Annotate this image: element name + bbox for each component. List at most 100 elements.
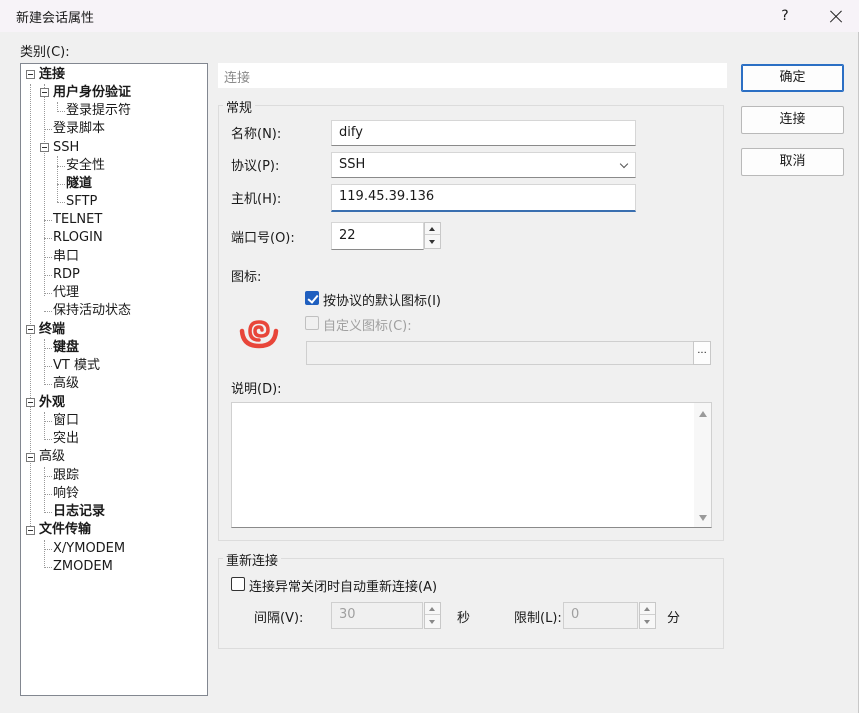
- tree-line: [44, 293, 52, 294]
- tree-line: [44, 275, 52, 276]
- spin-up-icon[interactable]: [425, 223, 440, 235]
- collapse-icon[interactable]: [26, 325, 35, 334]
- tree-item-zmodem[interactable]: ZMODEM: [53, 558, 113, 576]
- custom-icon-label: 自定义图标(C):: [323, 319, 412, 334]
- window-title: 新建会话属性: [16, 11, 95, 26]
- help-button[interactable]: ?: [770, 0, 800, 32]
- tree-item-tunneling[interactable]: 隧道: [66, 175, 92, 193]
- collapse-icon[interactable]: [40, 88, 49, 97]
- background-window-edge: [859, 0, 865, 713]
- spin-down-icon[interactable]: [425, 616, 440, 628]
- tree-line: [57, 202, 65, 203]
- tree-item-connection[interactable]: 连接: [39, 66, 65, 84]
- scroll-up-icon[interactable]: [694, 403, 711, 423]
- tree-line: [44, 494, 52, 495]
- close-icon[interactable]: [818, 0, 854, 32]
- default-icon-label: 按协议的默认图标(I): [323, 294, 441, 309]
- tree-line: [44, 467, 45, 513]
- port-input[interactable]: 22: [331, 222, 424, 250]
- tree-line: [44, 348, 52, 349]
- tree-line: [44, 567, 52, 568]
- tree-item-proxy[interactable]: 代理: [53, 284, 79, 302]
- tree-line: [44, 311, 52, 312]
- description-textarea[interactable]: [231, 402, 712, 528]
- tree-item-rlogin[interactable]: RLOGIN: [53, 229, 103, 247]
- tree-item-sftp[interactable]: SFTP: [66, 193, 97, 211]
- host-label: 主机(H):: [231, 192, 282, 207]
- collapse-icon[interactable]: [26, 453, 35, 462]
- category-tree[interactable]: 连接 用户身份验证 登录提示符 登录脚本 SSH 安全性 隧道 SFTP TEL…: [20, 63, 208, 696]
- tree-item-window[interactable]: 窗口: [53, 412, 79, 430]
- tree-line: [30, 84, 31, 532]
- collapse-icon[interactable]: [26, 398, 35, 407]
- tree-item-user-auth[interactable]: 用户身份验证: [53, 84, 131, 102]
- interval-stepper[interactable]: [424, 602, 441, 629]
- default-icon-checkbox[interactable]: [305, 291, 319, 305]
- auto-reconnect-checkbox[interactable]: [231, 577, 245, 591]
- spin-up-icon[interactable]: [640, 603, 655, 615]
- tree-line: [44, 129, 52, 130]
- collapse-icon[interactable]: [40, 143, 49, 152]
- tree-line: [57, 156, 58, 202]
- tree-line: [44, 238, 52, 239]
- spin-down-icon[interactable]: [425, 236, 440, 248]
- browse-button[interactable]: ...: [693, 341, 711, 365]
- tree-line: [44, 384, 52, 385]
- tree-line: [44, 476, 52, 477]
- port-label: 端口号(O):: [231, 231, 295, 246]
- limit-label: 限制(L):: [514, 611, 562, 626]
- tree-item-appearance[interactable]: 外观: [39, 394, 65, 412]
- port-stepper[interactable]: [424, 222, 441, 249]
- tree-item-telnet[interactable]: TELNET: [53, 211, 102, 229]
- tree-item-serial[interactable]: 串口: [53, 248, 79, 266]
- protocol-select[interactable]: SSH: [331, 152, 636, 178]
- tree-item-ssh[interactable]: SSH: [53, 139, 79, 157]
- auto-reconnect-label: 连接异常关闭时自动重新连接(A): [249, 580, 438, 595]
- tree-line: [57, 166, 65, 167]
- tree-item-terminal-advanced[interactable]: 高级: [53, 375, 79, 393]
- scroll-down-icon[interactable]: [694, 507, 711, 527]
- tree-line: [44, 366, 52, 367]
- tree-line: [44, 84, 45, 296]
- tree-line: [44, 257, 52, 258]
- host-input[interactable]: 119.45.39.136: [331, 184, 636, 212]
- tree-item-xymodem[interactable]: X/YMODEM: [53, 540, 125, 558]
- tree-item-advanced[interactable]: 高级: [39, 448, 65, 466]
- chevron-down-icon: [619, 159, 629, 169]
- tree-item-vt-modes[interactable]: VT 模式: [53, 357, 100, 375]
- category-label: 类别(C):: [20, 45, 70, 60]
- tree-item-login-scripts[interactable]: 登录脚本: [53, 120, 105, 138]
- tree-item-highlight[interactable]: 突出: [53, 430, 79, 448]
- collapse-icon[interactable]: [26, 70, 35, 79]
- tree-item-bell[interactable]: 响铃: [53, 485, 79, 503]
- tree-line: [44, 412, 45, 440]
- tree-item-logging[interactable]: 日志记录: [53, 503, 105, 521]
- limit-stepper[interactable]: [639, 602, 656, 629]
- connect-button[interactable]: 连接: [741, 106, 844, 134]
- limit-unit: 分: [667, 611, 681, 626]
- description-scrollbar[interactable]: [694, 403, 711, 527]
- ok-button[interactable]: 确定: [741, 64, 844, 92]
- session-icon: [239, 320, 279, 349]
- tree-item-keep-alive[interactable]: 保持活动状态: [53, 302, 131, 320]
- tree-item-login-prompts[interactable]: 登录提示符: [66, 102, 131, 120]
- tree-item-security[interactable]: 安全性: [66, 157, 105, 175]
- custom-icon-path-input[interactable]: [306, 341, 694, 365]
- limit-input[interactable]: 0: [563, 602, 638, 629]
- cancel-button[interactable]: 取消: [741, 148, 844, 176]
- name-input[interactable]: dify: [331, 120, 636, 146]
- custom-icon-checkbox[interactable]: [305, 316, 319, 330]
- tree-item-trace[interactable]: 跟踪: [53, 467, 79, 485]
- interval-input[interactable]: 30: [331, 602, 423, 629]
- section-title: 连接: [224, 71, 251, 86]
- protocol-value: SSH: [339, 157, 366, 172]
- spin-up-icon[interactable]: [425, 603, 440, 615]
- protocol-label: 协议(P):: [231, 159, 280, 174]
- spin-down-icon[interactable]: [640, 616, 655, 628]
- tree-item-keyboard[interactable]: 键盘: [53, 339, 79, 357]
- collapse-icon[interactable]: [26, 526, 35, 535]
- tree-item-terminal[interactable]: 终端: [39, 321, 65, 339]
- icon-label: 图标:: [231, 270, 262, 285]
- tree-item-rdp[interactable]: RDP: [53, 266, 80, 284]
- tree-item-file-transfer[interactable]: 文件传输: [39, 521, 91, 539]
